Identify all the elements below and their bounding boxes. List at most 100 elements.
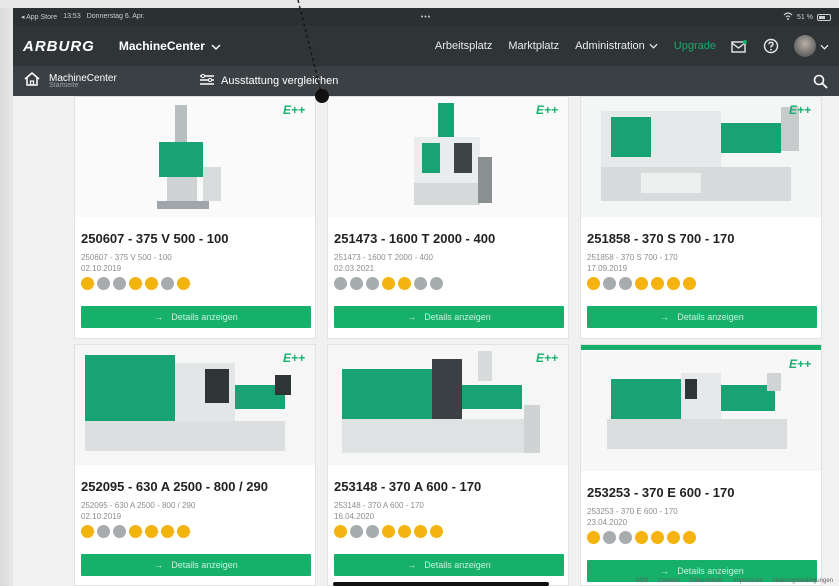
feature-status-icon: [587, 531, 600, 544]
feature-status-icon: [97, 277, 110, 290]
machine-image: [581, 351, 821, 473]
feature-status-icon: [430, 277, 443, 290]
chevron-down-icon: [649, 40, 658, 52]
feature-status-icon: [635, 531, 648, 544]
feature-status-icon: [129, 277, 142, 290]
energy-badge: E++: [282, 351, 305, 365]
feature-status-icon: [334, 525, 347, 538]
machine-card[interactable]: E++ 251858 - 370 S 700 - 170 251858 - 370 …: [580, 96, 822, 339]
feature-icons: [587, 531, 696, 544]
feature-status-icon: [177, 277, 190, 290]
energy-badge: E++: [788, 357, 811, 371]
feature-status-icon: [366, 525, 379, 538]
feature-status-icon: [635, 277, 648, 290]
machine-date: 23.04.2020: [587, 518, 628, 527]
machine-card[interactable]: E++ 250607 - 375 V 500 - 100 250607 - 375 …: [74, 96, 316, 339]
feature-status-icon: [113, 525, 126, 538]
machine-title: 250607 - 375 V 500 - 100: [81, 231, 229, 246]
feature-status-icon: [177, 525, 190, 538]
machine-title: 253253 - 370 E 600 - 170: [587, 485, 735, 500]
feature-status-icon: [414, 525, 427, 538]
energy-badge: E++: [535, 351, 558, 365]
mail-icon[interactable]: [730, 37, 748, 55]
feature-status-icon: [651, 277, 664, 290]
machine-subtitle: 251858 - 370 S 700 - 170: [587, 253, 678, 262]
details-button[interactable]: → Details anzeigen: [334, 554, 564, 576]
feature-status-icon: [603, 277, 616, 290]
screenshot-stage: ◂ App Store 13:53 Donnerstag 6. Apr. •••…: [0, 0, 839, 586]
machine-title: 251473 - 1600 T 2000 - 400: [334, 231, 496, 246]
nav-arbeitsplatz[interactable]: Arbeitsplatz: [435, 40, 492, 52]
administration-label: Administration: [575, 40, 645, 52]
details-button[interactable]: → Details anzeigen: [334, 306, 564, 328]
details-button[interactable]: → Details anzeigen: [587, 306, 817, 328]
machine-card[interactable]: E++ 253148 - 370 A 600 - 170 253148 - 370 …: [327, 344, 569, 586]
details-button[interactable]: → Details anzeigen: [81, 554, 311, 576]
arburg-logo[interactable]: ARBURG: [23, 38, 95, 55]
machinecenter-menu[interactable]: MachineCenter: [119, 39, 221, 53]
list-compare-icon: [199, 73, 215, 89]
machine-image: [75, 345, 315, 467]
selected-indicator: [581, 345, 821, 350]
machine-subtitle: 253253 - 370 E 600 - 170: [587, 507, 678, 516]
machine-card[interactable]: E++ 251473 - 1600 T 2000 - 400 251473 - 16…: [327, 96, 569, 339]
feature-status-icon: [97, 525, 110, 538]
feature-icons: [81, 277, 190, 290]
arrow-right-icon: →: [407, 312, 417, 322]
feature-status-icon: [350, 525, 363, 538]
feature-status-icon: [161, 277, 174, 290]
home-breadcrumb[interactable]: MachineCenter Startseite: [23, 71, 117, 92]
feature-status-icon: [398, 525, 411, 538]
machine-image: [581, 97, 821, 219]
feature-status-icon: [603, 531, 616, 544]
multitask-dots[interactable]: •••: [421, 14, 431, 21]
arrow-right-icon: →: [154, 560, 164, 570]
footer-link[interactable]: Impressum: [733, 578, 763, 584]
home-indicator[interactable]: [333, 582, 549, 586]
chevron-down-icon[interactable]: [820, 37, 829, 55]
feature-status-icon: [683, 531, 696, 544]
feature-status-icon: [145, 277, 158, 290]
footer-link[interactable]: Datenschutz: [690, 578, 723, 584]
feature-status-icon: [366, 277, 379, 290]
search-icon[interactable]: [811, 72, 829, 90]
help-icon[interactable]: [762, 37, 780, 55]
chevron-down-icon: [211, 39, 221, 53]
feature-status-icon: [683, 277, 696, 290]
nav-administration[interactable]: Administration: [575, 40, 658, 52]
arrow-right-icon: →: [660, 312, 670, 322]
sub-navigation: MachineCenter Startseite Ausstattung ver…: [13, 66, 839, 96]
machine-date: 17.09.2019: [587, 264, 628, 273]
machine-subtitle: 251473 - 1600 T 2000 - 400: [334, 253, 433, 262]
nav-upgrade[interactable]: Upgrade: [674, 40, 716, 52]
machine-card[interactable]: E++ 252095 - 630 A 2500 - 800 / 290 252095…: [74, 344, 316, 586]
machine-grid: E++ 250607 - 375 V 500 - 100 250607 - 375 …: [13, 96, 839, 586]
home-icon: [23, 71, 41, 92]
footer-link[interactable]: AGB: [636, 578, 649, 584]
feature-status-icon: [81, 525, 94, 538]
top-navigation: ARBURG MachineCenter Arbeitsplatz Marktp…: [13, 26, 839, 66]
details-button-label: Details anzeigen: [171, 312, 238, 322]
user-avatar[interactable]: [794, 35, 816, 57]
status-bar: ◂ App Store 13:53 Donnerstag 6. Apr. •••…: [13, 8, 839, 26]
footer-link[interactable]: Cookies: [658, 578, 680, 584]
feature-status-icon: [619, 277, 632, 290]
footer-link[interactable]: Nutzungsbedingungen: [773, 578, 833, 584]
feature-status-icon: [81, 277, 94, 290]
machine-subtitle: 250607 - 375 V 500 - 100: [81, 253, 172, 262]
details-button-label: Details anzeigen: [677, 312, 744, 322]
machine-date: 02.10.2019: [81, 512, 122, 521]
compare-label: Ausstattung vergleichen: [221, 75, 339, 87]
machine-title: 253148 - 370 A 600 - 170: [334, 479, 482, 494]
feature-icons: [334, 525, 443, 538]
machine-card[interactable]: E++ 253253 - 370 E 600 - 170 253253 - 370 …: [580, 344, 822, 586]
nav-marktplatz[interactable]: Marktplatz: [508, 40, 559, 52]
wifi-icon: [783, 12, 793, 22]
feature-status-icon: [667, 277, 680, 290]
back-to-app-store[interactable]: ◂ App Store: [21, 13, 57, 21]
details-button[interactable]: → Details anzeigen: [81, 306, 311, 328]
compare-equipment-button[interactable]: Ausstattung vergleichen: [199, 66, 338, 96]
feature-status-icon: [382, 277, 395, 290]
background-top-strip: [0, 0, 839, 8]
feature-status-icon: [145, 525, 158, 538]
